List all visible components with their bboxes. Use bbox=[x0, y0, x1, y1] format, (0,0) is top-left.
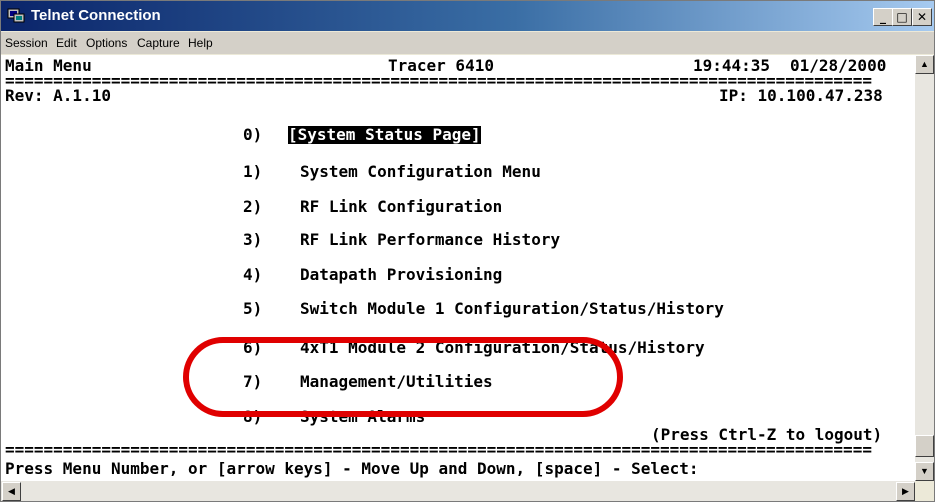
menu-item-switch-module[interactable]: Switch Module 1 Configuration/Status/His… bbox=[300, 300, 724, 318]
maximize-button[interactable]: □ bbox=[892, 8, 912, 26]
menu-num-7: 7) bbox=[243, 372, 263, 391]
terminal-screen[interactable]: Main Menu Tracer 6410 19:44:35 01/28/200… bbox=[1, 55, 915, 481]
scroll-thumb[interactable] bbox=[915, 435, 934, 457]
menu-capture[interactable]: Capture bbox=[137, 36, 180, 50]
menu-item-4xt1-module[interactable]: 4xT1 Module 2 Configuration/Status/Histo… bbox=[300, 339, 705, 357]
menu-session[interactable]: Session bbox=[5, 36, 48, 50]
revision: Rev: A.1.10 bbox=[5, 86, 111, 105]
scroll-down-button[interactable]: ▼ bbox=[915, 462, 934, 481]
telnet-app-icon bbox=[7, 8, 25, 23]
menu-item-system-alarms[interactable]: System Alarms bbox=[300, 408, 425, 426]
menu-edit[interactable]: Edit bbox=[56, 36, 77, 50]
telnet-window: Telnet Connection _ □ ✕ Session Edit Opt… bbox=[0, 0, 935, 502]
menu-options[interactable]: Options bbox=[86, 36, 127, 50]
menu-num-8: 8) bbox=[243, 407, 263, 426]
vertical-scrollbar[interactable]: ▲ ▼ bbox=[915, 55, 934, 481]
menu-item-rf-performance[interactable]: RF Link Performance History bbox=[300, 231, 560, 249]
menu-num-5: 5) bbox=[243, 299, 263, 318]
separator-bottom: ========================================… bbox=[5, 441, 872, 459]
close-button[interactable]: ✕ bbox=[912, 8, 932, 26]
scroll-left-button[interactable]: ◀ bbox=[2, 482, 21, 501]
menu-bar: Session Edit Options Capture Help bbox=[1, 32, 934, 54]
menu-item-datapath[interactable]: Datapath Provisioning bbox=[300, 266, 502, 284]
menu-item-system-config[interactable]: System Configuration Menu bbox=[300, 163, 541, 181]
menu-item-management[interactable]: Management/Utilities bbox=[300, 373, 493, 391]
menu-item-system-status[interactable]: [System Status Page] bbox=[288, 126, 481, 144]
minimize-button[interactable]: _ bbox=[873, 8, 893, 26]
menu-help[interactable]: Help bbox=[188, 36, 213, 50]
scroll-up-button[interactable]: ▲ bbox=[915, 55, 934, 74]
ip-address: IP: 10.100.47.238 bbox=[719, 86, 883, 105]
menu-num-6: 6) bbox=[243, 338, 263, 357]
horizontal-scrollbar[interactable]: ◀ ▶ bbox=[1, 481, 915, 501]
menu-num-3: 3) bbox=[243, 230, 263, 249]
menu-item-rf-link-config[interactable]: RF Link Configuration bbox=[300, 198, 502, 216]
window-title: Telnet Connection bbox=[31, 7, 161, 24]
menu-num-4: 4) bbox=[243, 265, 263, 284]
title-bar[interactable]: Telnet Connection _ □ ✕ bbox=[1, 1, 934, 31]
footer-prompt: Press Menu Number, or [arrow keys] - Mov… bbox=[5, 459, 699, 478]
scroll-right-button[interactable]: ▶ bbox=[896, 482, 915, 501]
menu-num-0: 0) bbox=[243, 125, 263, 144]
menu-num-1: 1) bbox=[243, 162, 263, 181]
menu-num-2: 2) bbox=[243, 197, 263, 216]
